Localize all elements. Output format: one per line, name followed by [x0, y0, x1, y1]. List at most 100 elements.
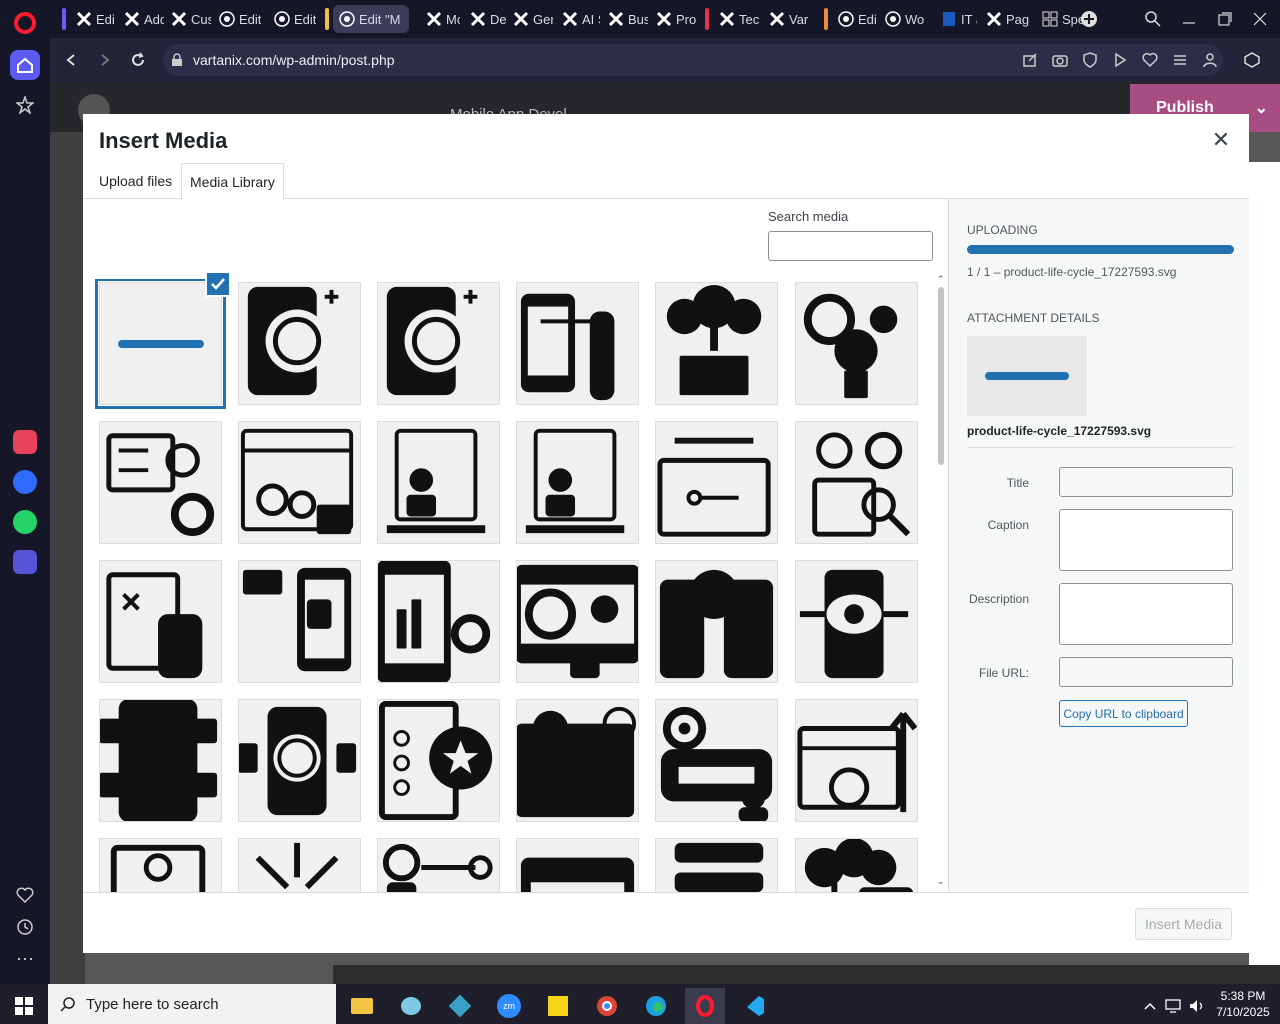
media-item-mobile-shopping[interactable] [238, 560, 361, 683]
file-explorer-icon[interactable] [342, 988, 382, 1024]
media-item-cloud-chart[interactable] [795, 838, 918, 892]
media-scrollbar-thumb[interactable] [938, 287, 944, 465]
shield-icon[interactable] [1080, 50, 1100, 70]
vscode-icon[interactable] [734, 988, 774, 1024]
media-item-support-engineer[interactable] [516, 560, 639, 683]
windows-start-icon[interactable] [4, 988, 44, 1024]
system-clock[interactable]: 5:38 PM 7/10/2025 [1212, 988, 1274, 1020]
browser-tab[interactable]: Tec [713, 5, 761, 33]
media-item-phone-eye[interactable] [795, 560, 918, 683]
history-clock-icon[interactable] [10, 912, 40, 942]
title-field[interactable] [1059, 467, 1233, 497]
browser-tab[interactable]: Edit "M [333, 5, 409, 33]
media-item-checklist-star[interactable] [377, 699, 500, 822]
browser-tab[interactable]: Ger [507, 5, 553, 33]
minimize-icon[interactable] [1178, 8, 1200, 30]
browser-tab[interactable]: Add [118, 5, 164, 33]
media-item-robot-process[interactable] [377, 838, 500, 892]
media-item-checklist-monitor-gear[interactable] [99, 421, 222, 544]
browser-tab[interactable]: Pag [980, 5, 1030, 33]
extensions-cube-icon[interactable] [1242, 50, 1262, 70]
back-icon[interactable] [60, 49, 82, 71]
media-item-gear-team-award[interactable] [795, 282, 918, 405]
media-item-vision-security[interactable] [99, 838, 222, 892]
browser-tab[interactable]: Wo [879, 5, 929, 33]
media-item-phone-growth-chart[interactable] [377, 560, 500, 683]
media-item-phone-circuit[interactable] [238, 699, 361, 822]
media-item-dashboard-settings[interactable] [238, 421, 361, 544]
browser-tab[interactable]: Bus [602, 5, 648, 33]
taskbar-search[interactable]: Type here to search [48, 984, 336, 1024]
description-field[interactable] [1059, 583, 1233, 645]
share-icon[interactable] [1020, 50, 1040, 70]
browser-tab[interactable]: Mo [420, 5, 460, 33]
chevron-down-icon[interactable]: ⌄ [1255, 98, 1268, 118]
reload-icon[interactable] [127, 49, 149, 71]
close-icon[interactable]: ✕ [1209, 127, 1233, 152]
profile-icon[interactable] [1200, 50, 1220, 70]
media-item-usb-connect[interactable] [655, 421, 778, 544]
media-item-web-browser[interactable] [516, 838, 639, 892]
volume-icon[interactable] [1186, 988, 1208, 1024]
media-item-idea-box-search[interactable] [795, 421, 918, 544]
new-tab-icon[interactable] [1078, 8, 1100, 30]
insert-media-button[interactable]: Insert Media [1135, 908, 1232, 940]
forward-icon[interactable] [94, 49, 116, 71]
media-item-product-life-cycle[interactable] [95, 279, 226, 409]
opera-logo-icon[interactable] [10, 8, 40, 38]
sticky-notes-icon[interactable] [538, 988, 578, 1024]
browser-tab[interactable]: Edi [70, 5, 116, 33]
browser-tab[interactable]: IT a [935, 5, 977, 33]
search-tabs-icon[interactable] [1142, 8, 1164, 30]
tab-media-library[interactable]: Media Library [181, 163, 284, 200]
browser-tab[interactable]: Cus [165, 5, 211, 33]
heart-outline-icon[interactable] [1140, 50, 1160, 70]
media-item-profile-rating[interactable] [516, 421, 639, 544]
browser-tab[interactable]: Edit [213, 5, 265, 33]
paint-app-icon[interactable] [391, 988, 431, 1024]
scroll-up-icon[interactable]: ⌃ [937, 274, 945, 285]
network-icon[interactable] [1162, 988, 1184, 1024]
browser-tab[interactable]: Var [763, 5, 815, 33]
caption-field[interactable] [1059, 509, 1233, 571]
tab-upload-files[interactable]: Upload files [91, 163, 180, 199]
messenger-icon[interactable] [13, 470, 37, 494]
aria-icon[interactable] [13, 430, 37, 454]
app-diamond-icon[interactable] [440, 988, 480, 1024]
zoom-icon[interactable]: zm [489, 988, 529, 1024]
media-item-strategy-chess[interactable] [99, 560, 222, 683]
bookmarks-star-icon[interactable] [10, 90, 40, 120]
whatsapp-icon[interactable] [13, 510, 37, 534]
media-item-ai-brain-phone[interactable] [377, 282, 500, 405]
editor-scrollbar[interactable] [333, 965, 1280, 984]
home-icon[interactable] [10, 50, 40, 80]
media-item-idea-chat[interactable] [516, 699, 639, 822]
media-item-web-settings-growth[interactable] [795, 699, 918, 822]
media-item-server-stack[interactable] [655, 838, 778, 892]
media-item-network-user[interactable] [99, 699, 222, 822]
music-player-icon[interactable] [13, 550, 37, 574]
search-media-input[interactable] [768, 231, 933, 261]
media-item-gear-workflow-user[interactable] [655, 699, 778, 822]
edge-icon[interactable] [636, 988, 676, 1024]
media-item-profile-rating[interactable] [377, 421, 500, 544]
browser-tab[interactable]: Pro [650, 5, 696, 33]
media-item-cloud-rocket-launch[interactable] [655, 282, 778, 405]
file-url-field[interactable] [1059, 657, 1233, 687]
chrome-icon[interactable] [587, 988, 627, 1024]
maximize-icon[interactable] [1214, 8, 1236, 30]
browser-tab[interactable]: Edit [268, 5, 322, 33]
browser-tab[interactable]: Dev [464, 5, 506, 33]
easy-setup-icon[interactable] [1170, 50, 1190, 70]
play-icon[interactable] [1110, 50, 1130, 70]
browser-tab[interactable]: AI S [556, 5, 600, 33]
show-hidden-icons[interactable] [1140, 988, 1160, 1024]
media-item-focus-arrows[interactable] [238, 838, 361, 892]
camera-icon[interactable] [1050, 50, 1070, 70]
window-close-icon[interactable] [1249, 8, 1271, 30]
opera-taskbar-icon[interactable] [685, 988, 725, 1024]
heart-icon[interactable] [10, 880, 40, 910]
scroll-down-icon[interactable]: ⌄ [937, 876, 945, 887]
media-item-phone-sync[interactable] [655, 560, 778, 683]
more-dots-icon[interactable]: ⋯ [10, 944, 40, 974]
